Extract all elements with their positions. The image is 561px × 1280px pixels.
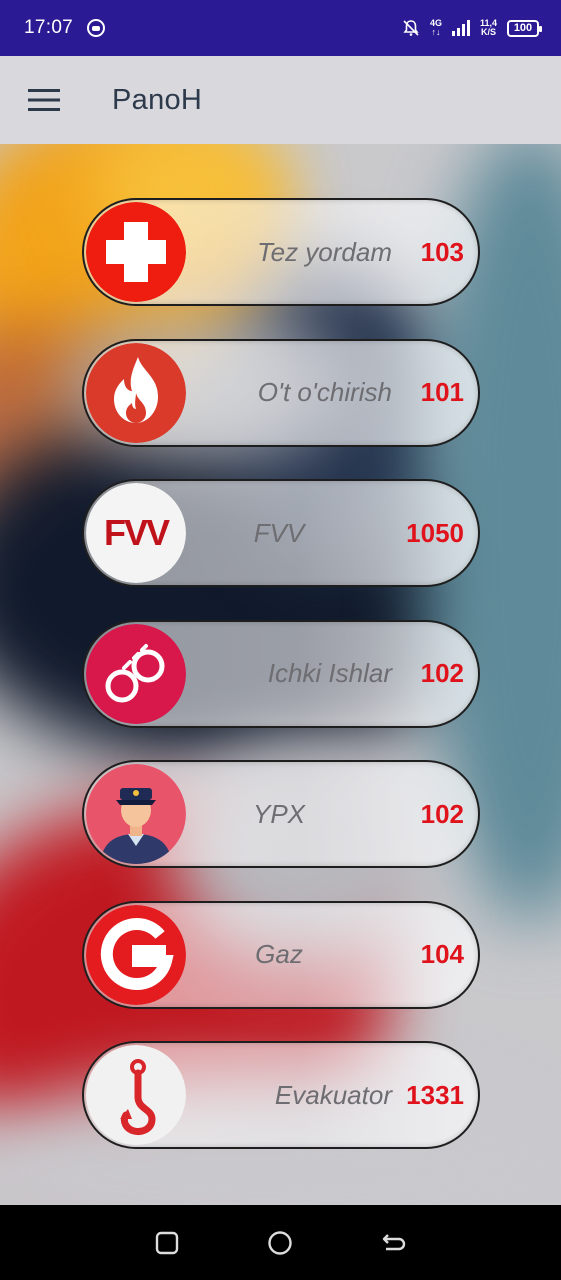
home-button[interactable] — [260, 1223, 300, 1263]
battery-level: 100 — [513, 22, 533, 34]
hamburger-menu-icon — [28, 89, 60, 111]
police-officer-icon — [86, 764, 186, 864]
service-button-ambulance[interactable]: Tez yordam 103 — [82, 198, 480, 306]
network-speed: 11,4 K/S — [479, 18, 497, 37]
service-label: YPX — [252, 798, 306, 829]
service-number: 101 — [420, 377, 464, 407]
app-title: PanoH — [112, 83, 203, 116]
service-label: Evakuator — [274, 1079, 392, 1110]
service-button-gas[interactable]: Gaz 104 — [82, 900, 480, 1009]
medical-cross-icon — [86, 202, 186, 302]
service-number: 103 — [420, 236, 464, 267]
app-bar: PanoH — [0, 56, 561, 144]
service-number: 102 — [420, 658, 464, 688]
home-icon — [268, 1230, 293, 1255]
fvv-logo-icon: FVV — [86, 483, 186, 583]
service-button-tow-truck[interactable]: Evakuator 1331 — [82, 1041, 480, 1149]
service-label: O't o'chirish — [257, 377, 392, 407]
notification-muted-icon — [402, 19, 420, 37]
status-icons: 4G ↑↓ 11,4 K/S 100 — [402, 18, 542, 37]
system-nav-bar — [0, 1205, 561, 1280]
service-label: Gaz — [255, 939, 303, 969]
service-button-fire[interactable]: O't o'chirish 101 — [82, 338, 480, 447]
handcuffs-icon — [86, 623, 186, 724]
emergency-services-list: Tez yordam 103 O't o'chirish 101 FVV FVV… — [82, 198, 480, 1182]
status-bar: 17:07 4G ↑↓ 11,4 K/S 100 — [0, 0, 561, 56]
back-button[interactable] — [374, 1223, 414, 1263]
service-number: 1050 — [406, 517, 464, 548]
service-button-police[interactable]: Ichki Ishlar 102 — [82, 619, 480, 728]
service-label: Tez yordam — [257, 236, 392, 267]
recent-apps-button[interactable] — [147, 1223, 187, 1263]
service-number: 1331 — [406, 1079, 464, 1110]
network-type: 4G ↑↓ — [429, 18, 442, 37]
service-label: Ichki Ishlar — [267, 658, 392, 688]
fire-icon — [86, 342, 186, 443]
service-number: 102 — [420, 798, 464, 829]
service-button-fvv[interactable]: FVV FVV 1050 — [82, 479, 480, 587]
tow-hook-icon — [86, 1045, 186, 1145]
service-button-traffic-police[interactable]: YPX 102 — [82, 760, 480, 868]
service-number: 104 — [420, 939, 464, 969]
recent-apps-icon — [155, 1231, 179, 1254]
gas-g-logo-icon — [86, 904, 186, 1005]
back-icon — [382, 1233, 406, 1250]
battery-icon: 100 — [507, 19, 542, 37]
service-label: FVV — [253, 517, 305, 548]
status-time: 17:07 — [24, 17, 74, 38]
menu-button[interactable] — [0, 56, 88, 144]
main-content: Tez yordam 103 O't o'chirish 101 FVV FVV… — [0, 144, 561, 1205]
screen-record-icon — [87, 19, 106, 37]
svg-text:FVV: FVV — [104, 512, 170, 553]
signal-icon — [451, 20, 470, 36]
